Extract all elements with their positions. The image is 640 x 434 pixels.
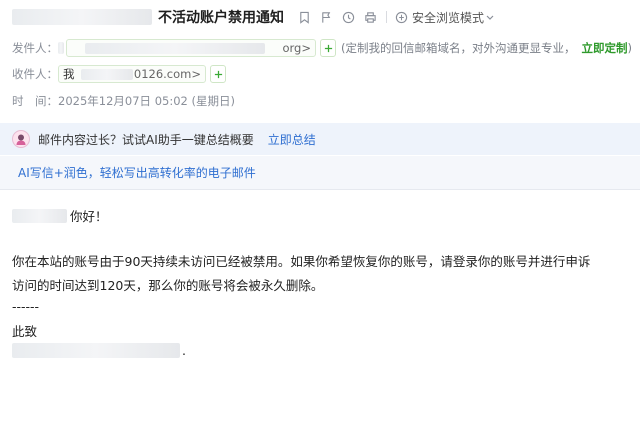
ai-writing-promo: AI写信+润色，轻松写出高转化率的电子邮件: [0, 156, 640, 190]
sender-label: 发件人：: [12, 41, 58, 55]
ai-avatar-icon: [12, 130, 30, 148]
sender-hint: (定制我的回信邮箱域名，对外沟通更显专业，: [341, 41, 576, 55]
clock-icon[interactable]: [340, 9, 356, 25]
time-label: 时 间：: [12, 94, 58, 108]
ai-writing-promo-link[interactable]: AI写信+润色，轻松写出高转化率的电子邮件: [18, 164, 256, 181]
customize-domain-link[interactable]: 立即定制: [581, 40, 627, 56]
sender-address-text: org>: [282, 41, 312, 55]
signature-trail: .: [182, 343, 186, 358]
closing-text: 此致: [12, 324, 38, 339]
sender-row: 发件人： org> (定制我的回信邮箱域名，对外沟通更显专业， 立即定制 ): [12, 38, 632, 58]
recipient-label: 收件人：: [12, 67, 58, 81]
summarize-now-link[interactable]: 立即总结: [268, 131, 316, 148]
time-row: 时 间： 2025年12月07日 05:02 (星期日): [12, 91, 235, 111]
redacted-sender-address: [85, 43, 265, 54]
redacted-sender-name: [58, 42, 64, 54]
greeting-text: 你好！: [70, 209, 108, 224]
shield-icon: [393, 9, 409, 25]
time-value: 2025年12月07日 05:02 (星期日): [58, 94, 235, 108]
recipient-name: 我: [63, 67, 75, 81]
print-icon[interactable]: [362, 9, 378, 25]
signature-line: .: [12, 343, 186, 358]
ai-summary-bar: 邮件内容过长？试试AI助手一键总结概要 立即总结: [0, 123, 640, 155]
mail-header: 不活动账户禁用通知 安全浏览模式 发件人： org> (定制我的回信邮箱域名，对…: [0, 0, 640, 122]
toolbar-divider: [386, 11, 387, 23]
redacted-subject-prefix: [12, 9, 152, 25]
greeting-line: 你好！: [12, 206, 108, 225]
redacted-signature: [12, 343, 180, 358]
flag-icon[interactable]: [318, 9, 334, 25]
safe-mode-toggle[interactable]: 安全浏览模式: [393, 9, 498, 26]
plus-icon[interactable]: [320, 39, 336, 57]
bookmark-icon[interactable]: [296, 9, 312, 25]
safe-mode-label: 安全浏览模式: [412, 10, 485, 25]
recipient-address-chip[interactable]: 我 0126.com>: [58, 65, 206, 83]
recipient-address-text: 0126.com>: [133, 67, 201, 81]
plus-icon[interactable]: [210, 65, 226, 83]
sender-address-chip[interactable]: org>: [66, 39, 316, 57]
subject-row: 不活动账户禁用通知 安全浏览模式: [12, 6, 498, 28]
mail-body: 你好！ 你在本站的账号由于90天持续未访问已经被禁用。如果你希望恢复你的账号，请…: [0, 191, 640, 434]
body-paragraph-line1: 你在本站的账号由于90天持续未访问已经被禁用。如果你希望恢复你的账号，请登录你的…: [12, 254, 591, 269]
redacted-recipient-address: [80, 68, 133, 80]
mail-subject: 不活动账户禁用通知: [158, 10, 284, 26]
body-paragraph-line2: 访问的时间达到120天，那么你的账号将会被永久删除。: [12, 278, 324, 293]
recipient-row: 收件人： 我 0126.com>: [12, 64, 226, 84]
redacted-greeting-name: [12, 208, 67, 223]
sender-hint-close: ): [627, 41, 632, 55]
ai-summary-text: 邮件内容过长？试试AI助手一键总结概要: [38, 132, 254, 147]
separator-line: ------: [12, 299, 40, 314]
chevron-down-icon: [485, 9, 495, 25]
